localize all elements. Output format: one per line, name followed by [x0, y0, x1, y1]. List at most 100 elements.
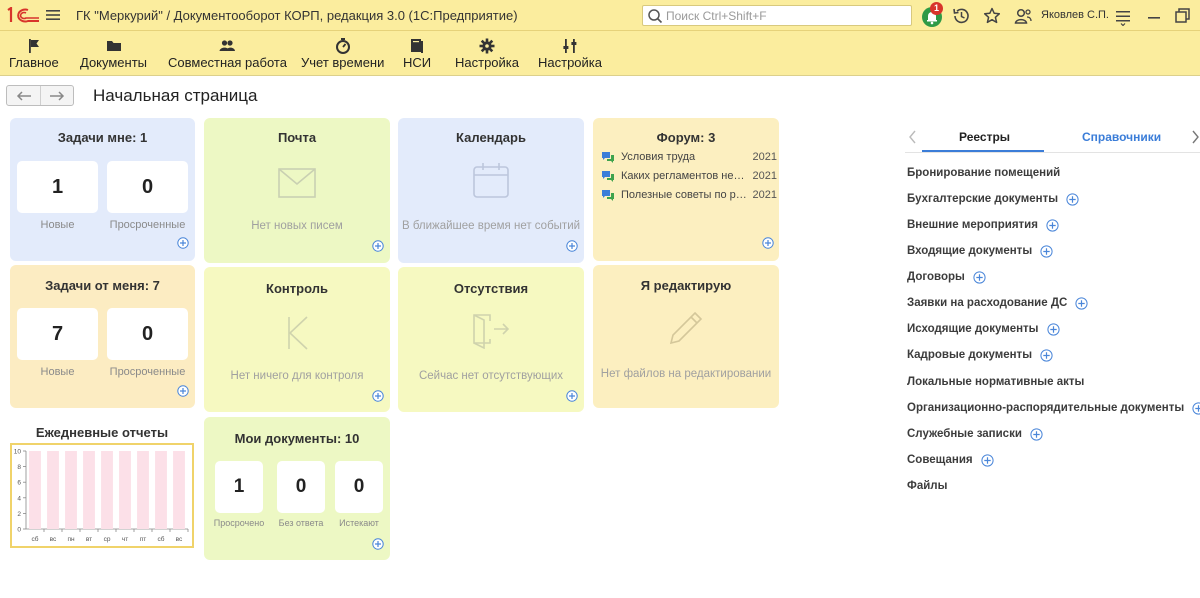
- add-icon[interactable]: [1046, 218, 1059, 232]
- star-icon[interactable]: [982, 6, 1002, 26]
- tile-calendar[interactable]: Календарь В ближайшее время нет событий: [398, 118, 584, 263]
- add-icon[interactable]: [1040, 348, 1053, 362]
- tab-catalogs[interactable]: Справочники: [1082, 130, 1161, 144]
- tasks-new-count[interactable]: 1: [17, 161, 98, 213]
- tile-absences[interactable]: Отсутствия Сейчас нет отсутствующих: [398, 267, 584, 412]
- chevron-left-icon[interactable]: [908, 130, 918, 144]
- docs-overdue-count[interactable]: 1: [215, 461, 263, 513]
- tab-registers[interactable]: Реестры: [959, 130, 1010, 144]
- register-label[interactable]: Входящие документы: [907, 245, 1032, 257]
- tile-title[interactable]: Задачи мне: 1: [10, 130, 195, 145]
- forward-button[interactable]: [40, 86, 73, 105]
- register-label[interactable]: Локальные нормативные акты: [907, 376, 1084, 388]
- tile-my-documents[interactable]: Мои документы: 10 1 0 0 Просрочено Без о…: [204, 417, 390, 560]
- tile-title[interactable]: Форум: 3: [593, 130, 779, 145]
- section-collaboration[interactable]: Совместная работа: [168, 37, 287, 70]
- register-item[interactable]: Кадровые документы: [907, 347, 1053, 363]
- tile-title[interactable]: Мои документы: 10: [204, 431, 390, 446]
- user-icon[interactable]: [1013, 6, 1033, 26]
- register-label[interactable]: Договоры: [907, 271, 965, 283]
- menu-icon[interactable]: [45, 8, 61, 22]
- add-icon[interactable]: [1192, 401, 1200, 415]
- daily-reports-chart[interactable]: 0 2 4 6 8 10 сб вс пн вт ср чт пт сб вс: [10, 443, 194, 548]
- register-item[interactable]: Договоры: [907, 269, 986, 285]
- forum-item[interactable]: Полезные советы по работе 2021: [601, 187, 777, 203]
- register-label[interactable]: Заявки на расходование ДС: [907, 297, 1067, 309]
- tile-title[interactable]: Задачи от меня: 7: [10, 278, 195, 293]
- docs-no-answer-count[interactable]: 0: [277, 461, 325, 513]
- register-label[interactable]: Кадровые документы: [907, 349, 1032, 361]
- tile-control[interactable]: Контроль Нет ничего для контроля: [204, 267, 390, 412]
- back-button[interactable]: [7, 86, 40, 105]
- settings-lines-icon[interactable]: [1113, 6, 1133, 26]
- user-name[interactable]: Яковлев С.П.: [1041, 9, 1109, 21]
- forum-item[interactable]: Условия труда 2021: [601, 149, 777, 165]
- search-input[interactable]: [666, 8, 906, 23]
- add-icon[interactable]: [566, 240, 578, 252]
- search-box[interactable]: [642, 5, 912, 26]
- tasks-overdue-count[interactable]: 0: [107, 161, 188, 213]
- register-label[interactable]: Бухгалтерские документы: [907, 193, 1058, 205]
- register-item[interactable]: Организационно-распорядительные документ…: [907, 400, 1200, 416]
- register-label[interactable]: Файлы: [907, 480, 947, 492]
- add-icon[interactable]: [372, 240, 384, 252]
- section-documents[interactable]: Документы: [80, 37, 147, 70]
- register-item[interactable]: Входящие документы: [907, 243, 1053, 259]
- add-icon[interactable]: [372, 538, 384, 550]
- register-label[interactable]: Бронирование помещений: [907, 167, 1060, 179]
- section-settings[interactable]: Настройка: [455, 37, 519, 70]
- register-label[interactable]: Организационно-распорядительные документ…: [907, 402, 1184, 414]
- register-item[interactable]: Исходящие документы: [907, 321, 1060, 337]
- section-time-tracking[interactable]: Учет времени: [301, 37, 384, 70]
- register-item[interactable]: Заявки на расходование ДС: [907, 295, 1088, 311]
- section-main[interactable]: Главное: [9, 37, 59, 70]
- register-item[interactable]: Локальные нормативные акты: [907, 374, 1084, 390]
- register-item[interactable]: Внешние мероприятия: [907, 217, 1059, 233]
- chart-bar: [65, 451, 77, 529]
- tile-tasks-to-me[interactable]: Задачи мне: 1 1 0 Новые Просроченные: [10, 118, 195, 261]
- tasks-from-new-count[interactable]: 7: [17, 308, 98, 360]
- tile-mail[interactable]: Почта Нет новых писем: [204, 118, 390, 263]
- minimize-icon[interactable]: [1144, 6, 1164, 26]
- add-icon[interactable]: [177, 237, 189, 249]
- add-icon[interactable]: [566, 390, 578, 402]
- add-icon[interactable]: [1066, 192, 1079, 206]
- docs-expiring-count[interactable]: 0: [335, 461, 383, 513]
- register-label[interactable]: Исходящие документы: [907, 323, 1039, 335]
- add-icon[interactable]: [762, 237, 774, 249]
- 1c-logo[interactable]: [6, 7, 40, 24]
- register-item[interactable]: Совещания: [907, 452, 994, 468]
- tile-title[interactable]: Контроль: [204, 281, 390, 296]
- add-icon[interactable]: [177, 385, 189, 397]
- forum-item-title: Каких регламентов не хватает: [621, 170, 747, 182]
- register-item[interactable]: Файлы: [907, 478, 947, 494]
- add-icon[interactable]: [1040, 244, 1053, 258]
- tile-editing[interactable]: Я редактирую Нет файлов на редактировани…: [593, 265, 779, 408]
- register-label[interactable]: Внешние мероприятия: [907, 219, 1038, 231]
- register-label[interactable]: Служебные записки: [907, 428, 1022, 440]
- window-icon[interactable]: [1172, 6, 1192, 26]
- forum-item-year: 2021: [752, 151, 777, 163]
- add-icon[interactable]: [1075, 296, 1088, 310]
- register-item[interactable]: Служебные записки: [907, 426, 1043, 442]
- add-icon[interactable]: [1046, 322, 1060, 336]
- section-nsi[interactable]: НСИ: [403, 37, 431, 70]
- tile-title[interactable]: Я редактирую: [593, 278, 779, 293]
- add-icon[interactable]: [973, 270, 986, 284]
- add-icon[interactable]: [1030, 427, 1043, 441]
- add-icon[interactable]: [981, 453, 994, 467]
- tasks-from-overdue-count[interactable]: 0: [107, 308, 188, 360]
- register-item[interactable]: Бронирование помещений: [907, 165, 1060, 181]
- tile-title[interactable]: Календарь: [398, 130, 584, 145]
- history-icon[interactable]: [951, 6, 971, 26]
- tile-tasks-from-me[interactable]: Задачи от меня: 7 7 0 Новые Просроченные: [10, 265, 195, 408]
- tile-forum[interactable]: Форум: 3 Условия труда 2021 Каких реглам…: [593, 118, 779, 261]
- tile-title[interactable]: Почта: [204, 130, 390, 145]
- add-icon[interactable]: [372, 390, 384, 402]
- chevron-right-icon[interactable]: [1190, 130, 1200, 144]
- forum-item[interactable]: Каких регламентов не хватает 2021: [601, 168, 777, 184]
- register-item[interactable]: Бухгалтерские документы: [907, 191, 1079, 207]
- register-label[interactable]: Совещания: [907, 454, 973, 466]
- tile-title[interactable]: Отсутствия: [398, 281, 584, 296]
- section-settings-2[interactable]: Настройка: [538, 37, 602, 70]
